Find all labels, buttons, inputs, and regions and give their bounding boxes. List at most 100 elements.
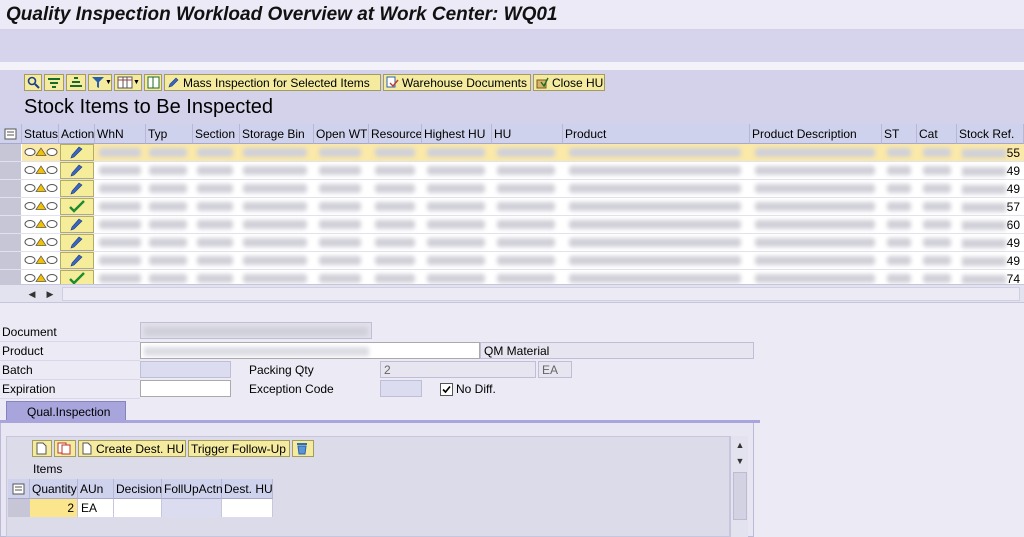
- exception-code-label: Exception Code: [249, 382, 334, 396]
- batch-field[interactable]: [140, 361, 231, 378]
- sort-descending-button[interactable]: [66, 74, 86, 91]
- table-row[interactable]: 49: [0, 162, 1024, 180]
- row-selector[interactable]: [0, 162, 22, 179]
- packing-qty-label: Packing Qty: [249, 363, 314, 377]
- items-select-all-icon[interactable]: [8, 479, 30, 499]
- status-lights-icon: [24, 218, 58, 230]
- scrollbar-track[interactable]: [62, 287, 1020, 301]
- column-header-resource[interactable]: Resource: [369, 124, 422, 144]
- stock-ref-cell: 60: [958, 218, 1022, 232]
- row-selector[interactable]: [0, 198, 22, 215]
- no-diff-label: No Diff.: [456, 382, 496, 396]
- exception-code-field[interactable]: [380, 380, 422, 397]
- column-header-highest-hu[interactable]: Highest HU: [422, 124, 492, 144]
- column-header-hu[interactable]: HU: [492, 124, 563, 144]
- redacted-cell: [566, 162, 746, 179]
- sort-ascending-button[interactable]: [44, 74, 64, 91]
- items-header-quantity[interactable]: Quantity: [30, 479, 78, 499]
- items-vertical-scrollbar[interactable]: ▲ ▼: [730, 436, 748, 537]
- column-header-storage-bin[interactable]: Storage Bin: [240, 124, 314, 144]
- scroll-up-icon[interactable]: ▲: [733, 438, 747, 452]
- layout-button[interactable]: ▼: [114, 74, 142, 91]
- redacted-cell: [566, 252, 746, 269]
- checkmark-action-button[interactable]: [60, 198, 94, 215]
- table-row[interactable]: 49: [0, 180, 1024, 198]
- redacted-cell: [884, 234, 916, 251]
- details-button[interactable]: [24, 74, 42, 91]
- redacted-cell: [240, 180, 312, 197]
- scroll-left-icon[interactable]: ◀: [24, 287, 40, 301]
- redacted-cell: [566, 198, 746, 215]
- warehouse-documents-button[interactable]: Warehouse Documents: [383, 74, 531, 91]
- close-hu-button[interactable]: Close HU: [533, 74, 605, 91]
- edit-action-button[interactable]: [60, 162, 94, 179]
- select-all-icon[interactable]: [0, 124, 22, 144]
- redacted-cell: [194, 144, 238, 161]
- row-selector[interactable]: [0, 144, 22, 161]
- application-toolbar: [0, 30, 1024, 62]
- edit-action-button[interactable]: [60, 216, 94, 233]
- redacted-cell: [566, 180, 746, 197]
- items-header-dest-hu[interactable]: Dest. HU: [222, 479, 273, 499]
- items-header-follupactn[interactable]: FollUpActn: [162, 479, 223, 499]
- decision-cell[interactable]: [114, 499, 162, 517]
- items-header-decision[interactable]: Decision: [114, 479, 162, 499]
- dest-hu-cell[interactable]: [222, 499, 273, 517]
- quantity-cell[interactable]: 2: [30, 499, 78, 517]
- edit-action-button[interactable]: [60, 252, 94, 269]
- expiration-label: Expiration: [2, 382, 56, 396]
- row-selector[interactable]: [0, 216, 22, 233]
- column-header-whn[interactable]: WhN: [95, 124, 146, 144]
- column-header-product-description[interactable]: Product Description: [750, 124, 882, 144]
- scroll-right-icon[interactable]: ▶: [42, 287, 58, 301]
- items-header-aun[interactable]: AUn: [78, 479, 114, 499]
- columns-button[interactable]: [144, 74, 162, 91]
- redacted-cell: [752, 252, 880, 269]
- column-header-action[interactable]: Action: [59, 124, 95, 144]
- column-header-section[interactable]: Section: [193, 124, 240, 144]
- copy-button[interactable]: [54, 440, 76, 457]
- row-selector[interactable]: [0, 234, 22, 251]
- follupactn-cell[interactable]: [162, 499, 222, 517]
- column-header-typ[interactable]: Typ: [146, 124, 193, 144]
- horizontal-scrollbar[interactable]: ◀ ▶: [0, 284, 1024, 302]
- column-header-cat[interactable]: Cat: [917, 124, 957, 144]
- column-header-st[interactable]: ST: [882, 124, 917, 144]
- table-row[interactable]: 60: [0, 216, 1024, 234]
- redacted-cell: [194, 234, 238, 251]
- column-header-product[interactable]: Product: [563, 124, 750, 144]
- edit-action-button[interactable]: [60, 144, 94, 161]
- delete-button[interactable]: [292, 440, 314, 457]
- mass-inspection-button[interactable]: Mass Inspection for Selected Items: [164, 74, 381, 91]
- pencil-icon: [168, 77, 179, 88]
- items-row-selector[interactable]: [8, 499, 30, 517]
- package-icon: [536, 77, 549, 89]
- redacted-cell: [424, 162, 490, 179]
- scroll-down-icon[interactable]: ▼: [733, 454, 747, 468]
- table-row[interactable]: 55: [0, 144, 1024, 162]
- redacted-cell: [146, 162, 192, 179]
- table-row[interactable]: 57: [0, 198, 1024, 216]
- table-row[interactable]: 49: [0, 252, 1024, 270]
- row-selector[interactable]: [0, 252, 22, 269]
- edit-action-button[interactable]: [60, 234, 94, 251]
- scroll-thumb[interactable]: [733, 472, 747, 520]
- column-header-status[interactable]: Status: [22, 124, 59, 144]
- trigger-follow-up-button[interactable]: Trigger Follow-Up: [188, 440, 290, 457]
- filter-button[interactable]: ▼: [88, 74, 112, 91]
- document-field[interactable]: [140, 322, 372, 339]
- expiration-field[interactable]: [140, 380, 231, 397]
- edit-action-button[interactable]: [60, 180, 94, 197]
- redacted-cell: [194, 198, 238, 215]
- no-diff-checkbox[interactable]: [440, 383, 453, 396]
- product-field[interactable]: [140, 342, 480, 359]
- column-header-stock-ref[interactable]: Stock Ref.: [957, 124, 1024, 144]
- create-dest-hu-button[interactable]: Create Dest. HU: [78, 440, 186, 457]
- redacted-cell: [494, 180, 560, 197]
- row-selector[interactable]: [0, 180, 22, 197]
- aun-cell[interactable]: EA: [78, 499, 114, 517]
- column-header-open-wt[interactable]: Open WT: [314, 124, 369, 144]
- tab-qual-inspection[interactable]: Qual.Inspection: [6, 401, 126, 421]
- new-document-button[interactable]: [32, 440, 52, 457]
- table-row[interactable]: 49: [0, 234, 1024, 252]
